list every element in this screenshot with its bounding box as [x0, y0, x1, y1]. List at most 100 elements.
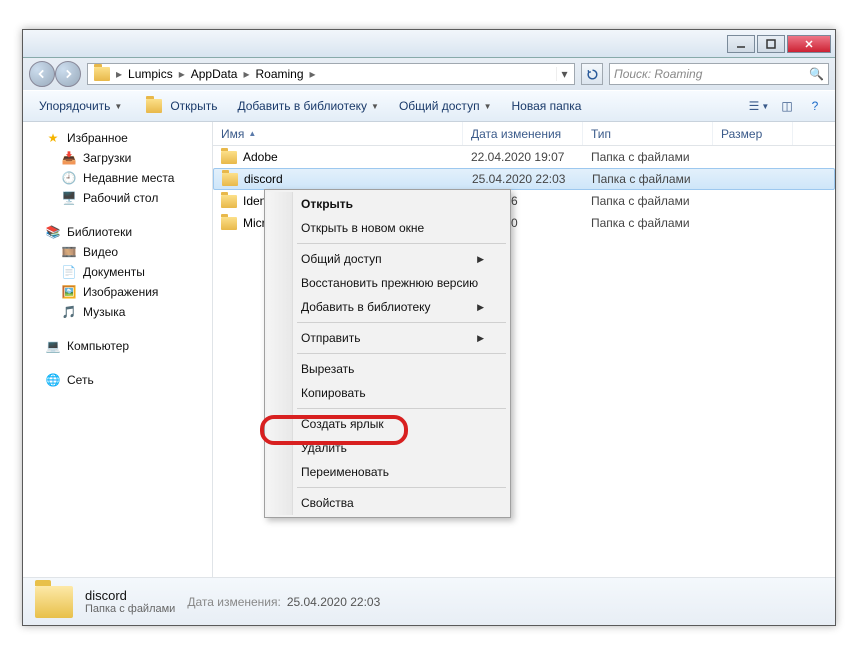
sidebar-libraries[interactable]: 📚Библиотеки	[23, 222, 212, 242]
ctx-share[interactable]: Общий доступ▶	[267, 247, 508, 271]
minimize-button[interactable]	[727, 35, 755, 53]
address-row: ▸ Lumpics ▸ AppData ▸ Roaming ▸ ▾ Поиск:…	[23, 58, 835, 90]
file-type: Папка с файлами	[583, 194, 713, 208]
close-button[interactable]	[787, 35, 831, 53]
chevron-right-icon[interactable]: ▸	[177, 67, 187, 81]
star-icon: ★	[45, 130, 61, 146]
sidebar-item-documents[interactable]: 📄Документы	[23, 262, 212, 282]
ctx-copy[interactable]: Копировать	[267, 381, 508, 405]
share-button[interactable]: Общий доступ▼	[391, 95, 500, 117]
search-placeholder: Поиск: Roaming	[614, 67, 702, 81]
submenu-arrow-icon: ▶	[477, 302, 484, 313]
sidebar-item-video[interactable]: 🎞️Видео	[23, 242, 212, 262]
library-icon: 📚	[45, 224, 61, 240]
ctx-add-library[interactable]: Добавить в библиотеку▶	[267, 295, 508, 319]
nav-buttons	[29, 61, 81, 87]
ctx-rename[interactable]: Переименовать	[267, 460, 508, 484]
image-icon: 🖼️	[61, 284, 77, 300]
organize-button[interactable]: Упорядочить▼	[31, 95, 130, 117]
sidebar: ★Избранное 📥Загрузки 🕘Недавние места 🖥️Р…	[23, 122, 213, 577]
titlebar	[23, 30, 835, 58]
sort-asc-icon: ▲	[248, 129, 256, 138]
new-folder-button[interactable]: Новая папка	[503, 95, 589, 117]
add-library-button[interactable]: Добавить в библиотеку▼	[229, 95, 386, 117]
maximize-button[interactable]	[757, 35, 785, 53]
ctx-send-to[interactable]: Отправить▶	[267, 326, 508, 350]
sidebar-item-desktop[interactable]: 🖥️Рабочий стол	[23, 188, 212, 208]
file-date: 25.04.2020 22:03	[464, 172, 584, 186]
table-row[interactable]: Adobe 22.04.2020 19:07Папка с файлами	[213, 146, 835, 168]
sidebar-item-downloads[interactable]: 📥Загрузки	[23, 148, 212, 168]
details-name: discord	[85, 588, 175, 603]
sidebar-computer[interactable]: 💻Компьютер	[23, 336, 212, 356]
download-icon: 📥	[61, 150, 77, 166]
search-input[interactable]: Поиск: Roaming 🔍	[609, 63, 829, 85]
chevron-down-icon: ▼	[484, 102, 492, 111]
search-icon: 🔍	[809, 67, 824, 81]
chevron-right-icon[interactable]: ▸	[114, 67, 124, 81]
column-size[interactable]: Размер	[713, 122, 793, 145]
file-type: Папка с файлами	[583, 216, 713, 230]
video-icon: 🎞️	[61, 244, 77, 260]
submenu-arrow-icon: ▶	[477, 254, 484, 265]
address-bar[interactable]: ▸ Lumpics ▸ AppData ▸ Roaming ▸ ▾	[87, 63, 575, 85]
file-type: Папка с файлами	[583, 150, 713, 164]
sidebar-item-music[interactable]: 🎵Музыка	[23, 302, 212, 322]
breadcrumb[interactable]: Roaming	[251, 65, 307, 83]
column-date[interactable]: Дата изменения	[463, 122, 583, 145]
sidebar-item-images[interactable]: 🖼️Изображения	[23, 282, 212, 302]
toolbar: Упорядочить▼ Открыть Добавить в библиоте…	[23, 90, 835, 122]
context-menu: Открыть Открыть в новом окне Общий досту…	[264, 189, 511, 518]
file-name: discord	[244, 172, 283, 186]
open-button[interactable]: Открыть	[134, 95, 225, 117]
breadcrumb[interactable]: AppData	[187, 65, 242, 83]
table-row[interactable]: discord 25.04.2020 22:03Папка с файлами	[213, 168, 835, 190]
chevron-right-icon[interactable]: ▸	[241, 67, 251, 81]
folder-icon	[35, 586, 73, 618]
breadcrumb[interactable]: Lumpics	[124, 65, 177, 83]
details-type: Папка с файлами	[85, 603, 175, 615]
ctx-delete[interactable]: Удалить	[267, 436, 508, 460]
help-button[interactable]: ?	[803, 95, 827, 117]
ctx-restore-version[interactable]: Восстановить прежнюю версию	[267, 271, 508, 295]
computer-icon: 💻	[45, 338, 61, 354]
details-pane: discord Папка с файлами Дата изменения: …	[23, 577, 835, 625]
details-date-value: 25.04.2020 22:03	[287, 595, 380, 609]
chevron-down-icon: ▼	[114, 102, 122, 111]
ctx-open[interactable]: Открыть	[267, 192, 508, 216]
folder-icon	[221, 195, 237, 208]
folder-icon	[221, 151, 237, 164]
forward-button[interactable]	[55, 61, 81, 87]
preview-pane-button[interactable]: ◫	[775, 95, 799, 117]
recent-icon: 🕘	[61, 170, 77, 186]
file-type: Папка с файлами	[584, 172, 714, 186]
view-button[interactable]: ☰ ▼	[747, 95, 771, 117]
sidebar-favorites[interactable]: ★Избранное	[23, 128, 212, 148]
folder-icon	[221, 217, 237, 230]
ctx-create-shortcut[interactable]: Создать ярлык	[267, 412, 508, 436]
submenu-arrow-icon: ▶	[477, 333, 484, 344]
refresh-button[interactable]	[581, 63, 603, 85]
ctx-properties[interactable]: Свойства	[267, 491, 508, 515]
sidebar-network[interactable]: 🌐Сеть	[23, 370, 212, 390]
ctx-open-new-window[interactable]: Открыть в новом окне	[267, 216, 508, 240]
address-dropdown-icon[interactable]: ▾	[556, 67, 572, 81]
network-icon: 🌐	[45, 372, 61, 388]
desktop-icon: 🖥️	[61, 190, 77, 206]
folder-open-icon	[146, 99, 162, 113]
sidebar-item-recent[interactable]: 🕘Недавние места	[23, 168, 212, 188]
column-name[interactable]: Имя▲	[213, 122, 463, 145]
chevron-right-icon[interactable]: ▸	[308, 67, 318, 81]
back-button[interactable]	[29, 61, 55, 87]
details-date-label: Дата изменения:	[187, 595, 281, 609]
details-meta: Дата изменения: 25.04.2020 22:03	[187, 595, 380, 609]
column-type[interactable]: Тип	[583, 122, 713, 145]
folder-icon	[222, 173, 238, 186]
file-name: Adobe	[243, 150, 278, 164]
file-date: 22.04.2020 19:07	[463, 150, 583, 164]
chevron-down-icon: ▼	[371, 102, 379, 111]
document-icon: 📄	[61, 264, 77, 280]
column-headers: Имя▲ Дата изменения Тип Размер	[213, 122, 835, 146]
ctx-cut[interactable]: Вырезать	[267, 357, 508, 381]
folder-icon	[94, 67, 110, 81]
